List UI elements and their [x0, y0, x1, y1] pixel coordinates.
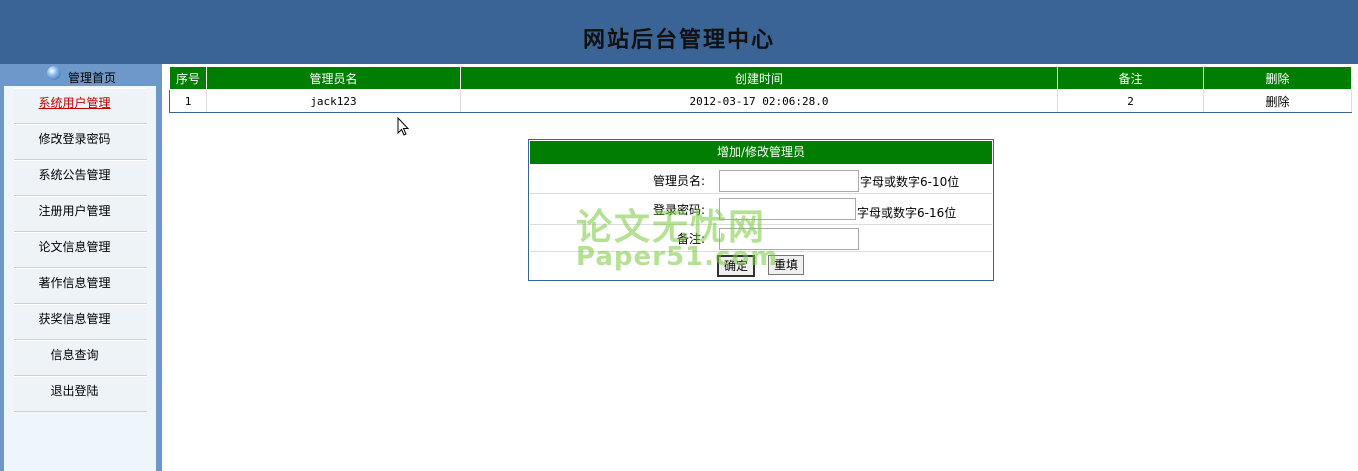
- col-index: 序号: [169, 66, 207, 90]
- mouse-cursor-icon: [397, 116, 411, 140]
- sidebar-item-label: 注册用户管理: [38, 204, 111, 218]
- admin-list: 序号 管理员名 创建时间 备注 删除 1 jack123 2012-03-17 …: [169, 66, 1352, 113]
- sidebar-home-label: 管理首页: [68, 71, 117, 85]
- form-row-password: 登录密码: 字母或数字6-16位: [530, 194, 992, 225]
- sidebar-item-logout[interactable]: 退出登陆: [14, 376, 147, 412]
- cell-note: 2: [1057, 89, 1204, 113]
- sidebar-item-awards[interactable]: 获奖信息管理: [14, 304, 147, 340]
- submit-button[interactable]: 确定: [717, 255, 755, 277]
- sidebar-item-change-password[interactable]: 修改登录密码: [14, 124, 147, 160]
- name-label: 管理员名:: [652, 174, 705, 188]
- sidebar-item-search[interactable]: 信息查询: [14, 340, 147, 376]
- header-bar: 网站后台管理中心: [0, 0, 1358, 64]
- form-row-buttons: 确定 重填: [530, 252, 992, 278]
- sidebar-item-label: 著作信息管理: [38, 276, 111, 290]
- sidebar-item-books[interactable]: 著作信息管理: [14, 268, 147, 304]
- sidebar-item-label: 系统公告管理: [38, 168, 111, 182]
- sidebar-item-label: 获奖信息管理: [38, 312, 111, 326]
- table-row: 1 jack123 2012-03-17 02:06:28.0 2 删除: [169, 89, 1352, 113]
- col-delete: 删除: [1203, 66, 1352, 90]
- reset-button[interactable]: 重填: [768, 255, 804, 275]
- admin-name-input[interactable]: [719, 170, 859, 192]
- sidebar-item-registered-users[interactable]: 注册用户管理: [14, 196, 147, 232]
- col-note: 备注: [1057, 66, 1204, 90]
- sidebar-item-label: 系统用户管理: [38, 96, 111, 110]
- sidebar: 管理首页 系统用户管理 修改登录密码 系统公告管理 注册用户管理 论文信息管理 …: [0, 64, 162, 471]
- sidebar-item-label: 论文信息管理: [38, 240, 111, 254]
- col-created: 创建时间: [460, 66, 1058, 90]
- sidebar-home[interactable]: 管理首页: [0, 64, 162, 86]
- delete-link[interactable]: 删除: [1203, 89, 1352, 113]
- form-row-name: 管理员名: 字母或数字6-10位: [530, 165, 992, 194]
- sidebar-item-papers[interactable]: 论文信息管理: [14, 232, 147, 268]
- sidebar-item-announcements[interactable]: 系统公告管理: [14, 160, 147, 196]
- sidebar-item-label: 修改登录密码: [38, 132, 111, 146]
- col-name: 管理员名: [206, 66, 461, 90]
- sidebar-item-system-users[interactable]: 系统用户管理: [14, 88, 147, 124]
- admin-form: 增加/修改管理员 管理员名: 字母或数字6-10位 登录密码: 字母或数字6-1…: [528, 139, 994, 281]
- form-title: 增加/修改管理员: [530, 141, 992, 164]
- form-row-note: 备注:: [530, 225, 992, 252]
- sidebar-item-label: 退出登陆: [50, 384, 99, 398]
- admin-table: 序号 管理员名 创建时间 备注 删除 1 jack123 2012-03-17 …: [169, 66, 1352, 113]
- site-title: 网站后台管理中心: [582, 27, 775, 53]
- name-hint: 字母或数字6-10位: [860, 175, 960, 189]
- note-label: 备注:: [676, 232, 705, 246]
- sidebar-menu: 系统用户管理 修改登录密码 系统公告管理 注册用户管理 论文信息管理 著作信息管…: [14, 88, 147, 412]
- sidebar-item-label: 信息查询: [50, 348, 99, 362]
- globe-icon: [47, 66, 61, 80]
- table-header-row: 序号 管理员名 创建时间 备注 删除: [169, 66, 1352, 90]
- password-input[interactable]: [719, 198, 856, 220]
- cell-index: 1: [169, 89, 207, 113]
- note-input[interactable]: [719, 228, 859, 250]
- password-label: 登录密码:: [652, 203, 705, 217]
- cell-name: jack123: [206, 89, 461, 113]
- cell-created: 2012-03-17 02:06:28.0: [460, 89, 1058, 113]
- password-hint: 字母或数字6-16位: [857, 206, 957, 220]
